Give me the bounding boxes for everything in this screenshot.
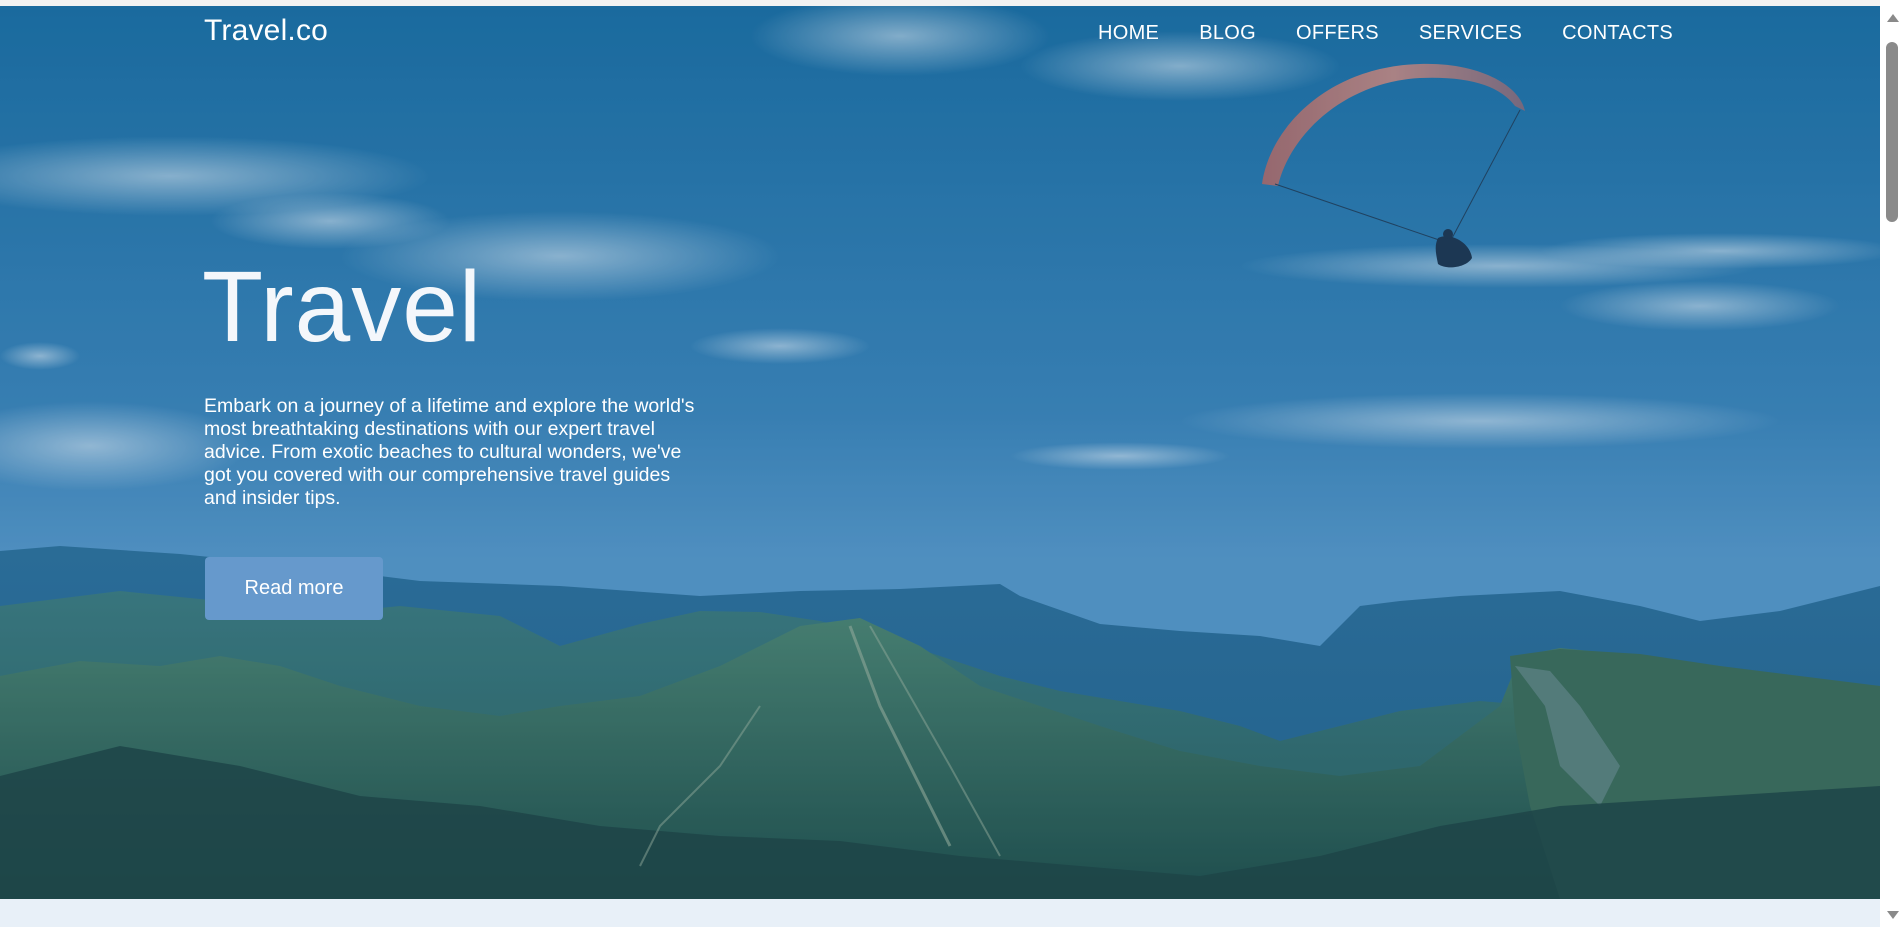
vertical-scrollbar[interactable] xyxy=(1880,0,1904,927)
hero-title: Travel xyxy=(202,251,483,363)
scroll-down-arrow-icon[interactable] xyxy=(1887,911,1899,919)
scroll-thumb[interactable] xyxy=(1886,42,1898,222)
page: Travel.co HOME BLOG OFFERS SERVICES CONT… xyxy=(0,0,1904,927)
next-section xyxy=(0,899,1880,927)
read-more-button[interactable]: Read more xyxy=(205,557,383,620)
nav-contacts-link[interactable]: CONTACTS xyxy=(1562,22,1673,45)
nav-offers-link[interactable]: OFFERS xyxy=(1296,22,1379,45)
nav-home-link[interactable]: HOME xyxy=(1098,22,1159,45)
hero-description: Embark on a journey of a lifetime and ex… xyxy=(204,395,695,509)
nav-blog-link[interactable]: BLOG xyxy=(1199,22,1256,45)
hero-section: Travel.co HOME BLOG OFFERS SERVICES CONT… xyxy=(0,6,1880,899)
main-nav: HOME BLOG OFFERS SERVICES CONTACTS xyxy=(1098,22,1673,45)
nav-services-link[interactable]: SERVICES xyxy=(1419,22,1522,45)
scroll-up-arrow-icon[interactable] xyxy=(1887,14,1899,22)
site-logo[interactable]: Travel.co xyxy=(204,14,328,48)
